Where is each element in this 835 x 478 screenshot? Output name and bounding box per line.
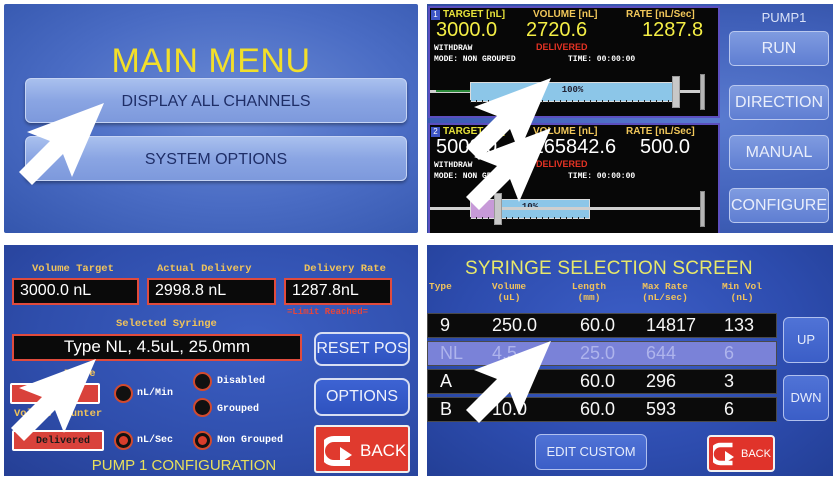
lead-label: Lead [48, 389, 73, 400]
limit-reached-text: =Limit Reached= [287, 307, 369, 317]
disabled-radio[interactable] [193, 372, 212, 391]
syringe-screen-title: SYRINGE SELECTION SCREEN [465, 258, 753, 279]
selected-syringe-field[interactable]: Type NL, 4.5uL, 25.0mm [12, 334, 302, 361]
back-label: BACK [360, 441, 407, 460]
plunger-thumb [700, 191, 705, 227]
mode-text: MODE: NON GROUPED [434, 172, 516, 181]
status-text: DELIVERED [536, 42, 588, 52]
syringe-row-selected[interactable]: NL 4.5 25.0 644 6 [427, 341, 777, 366]
plunger-head [672, 76, 680, 108]
syringe-barrel: 100% [470, 82, 675, 102]
type-header: Type [429, 281, 452, 292]
selected-syringe-label: Selected Syringe [116, 318, 217, 330]
pump-panel: 1 TARGET [nL] VOLUME [nL] RATE [nL/Sec] … [427, 4, 833, 233]
channel-2-display: 2 TARGET [nL] VOLUME [nL] RATE [nL/Sec] … [428, 123, 720, 233]
syringe-row[interactable]: A 0 60.0 296 3 [427, 369, 777, 394]
configure-button[interactable]: CONFIGURE [729, 188, 829, 223]
nl-sec-radio[interactable] [114, 431, 133, 450]
drive-label: Drive [64, 368, 96, 380]
run-button[interactable]: RUN [729, 31, 829, 66]
edit-custom-button[interactable]: EDIT CUSTOM [535, 434, 647, 470]
delivered-toggle[interactable]: Delivered [12, 430, 104, 451]
mode-text: MODE: NON GROUPED [434, 55, 516, 64]
syringe-row[interactable]: B 10.0 60.0 593 6 [427, 397, 777, 422]
back-button[interactable]: BACK [707, 435, 775, 472]
min-vol-header: Min Vol (nL) [722, 281, 762, 303]
system-options-button[interactable]: SYSTEM OPTIONS [25, 136, 407, 181]
delivery-rate-label: Delivery Rate [304, 263, 386, 275]
volume-target-field[interactable]: 3000.0 nL [12, 278, 139, 305]
grouped-label: Grouped [217, 404, 260, 415]
non-grouped-label: Non Grouped [217, 435, 284, 446]
actual-delivery-field: 2998.8 nL [147, 278, 276, 305]
syringe-scale [470, 217, 590, 220]
status-text: DELIVERED [536, 159, 588, 169]
max-rate-header: Max Rate (nL/sec) [642, 281, 688, 303]
pump-name: PUMP1 [761, 10, 807, 25]
direction-text: WITHDRAW [434, 44, 473, 53]
length-header: Length (mm) [571, 281, 607, 303]
nl-min-label: nL/Min [137, 388, 174, 399]
pump-configuration-panel: Volume Target Actual Delivery Delivery R… [4, 245, 418, 476]
direction-button[interactable]: DIRECTION [729, 85, 829, 120]
syringe-needle [430, 207, 470, 210]
syringe-row[interactable]: 9 250.0 60.0 14817 133 [427, 313, 777, 338]
volume-header: Volume (uL) [491, 281, 527, 303]
direction-text: WITHDRAW [434, 161, 473, 170]
screenshot-collage: MAIN MENU DISPLAY ALL CHANNELS SYSTEM OP… [0, 0, 835, 478]
reset-pos-button[interactable]: RESET POS [314, 332, 410, 366]
progress-label: 100% [561, 85, 584, 95]
time-text: TIME: 00:00:00 [568, 55, 636, 64]
delivered-label: Delivered [36, 436, 91, 447]
plunger-rod [680, 90, 700, 93]
syringe-selection-panel: SYRINGE SELECTION SCREEN Type Volume (uL)… [427, 245, 833, 476]
grouped-radio[interactable] [193, 398, 212, 417]
volume-target-label: Volume Target [32, 263, 114, 275]
back-arrow-icon [324, 436, 352, 466]
display-all-channels-button[interactable]: DISPLAY ALL CHANNELS [25, 78, 407, 123]
main-menu-panel: MAIN MENU DISPLAY ALL CHANNELS SYSTEM OP… [4, 4, 418, 233]
plunger-thumb [700, 74, 705, 110]
syringe-scale [470, 100, 675, 103]
volume-value: -265842.6 [526, 136, 617, 158]
non-grouped-radio[interactable] [193, 431, 212, 450]
down-button[interactable]: DWN [783, 375, 829, 421]
channel-1-display: 1 TARGET [nL] VOLUME [nL] RATE [nL/Sec] … [428, 6, 720, 118]
rate-value: 1287.8 [642, 19, 704, 41]
volume-counter-label: Volume Counter [14, 408, 103, 420]
nl-sec-label: nL/Sec [137, 435, 174, 446]
up-button[interactable]: UP [783, 317, 829, 363]
volume-value: 2720.6 [526, 19, 588, 41]
disabled-label: Disabled [217, 376, 266, 387]
main-menu-title: MAIN MENU [111, 42, 311, 80]
time-text: TIME: 00:00:00 [568, 172, 636, 181]
options-button[interactable]: OPTIONS [314, 378, 410, 416]
delivery-rate-field[interactable]: 1287.8nL [284, 278, 392, 305]
configuration-footer: PUMP 1 CONFIGURATION [91, 457, 277, 474]
rate-value: 500.0 [640, 136, 691, 158]
back-button[interactable]: BACK [314, 425, 410, 473]
lead-toggle[interactable]: Lead [10, 383, 100, 404]
manual-button[interactable]: MANUAL [729, 135, 829, 170]
target-value: 3000.0 [436, 19, 498, 41]
target-value: 5000.0 [436, 136, 498, 158]
back-arrow-icon [713, 442, 734, 466]
plunger-head [494, 193, 502, 225]
actual-delivery-label: Actual Delivery [157, 263, 252, 275]
back-label: BACK [741, 448, 771, 460]
nl-min-radio[interactable] [114, 384, 133, 403]
plunger-rod [502, 207, 700, 210]
